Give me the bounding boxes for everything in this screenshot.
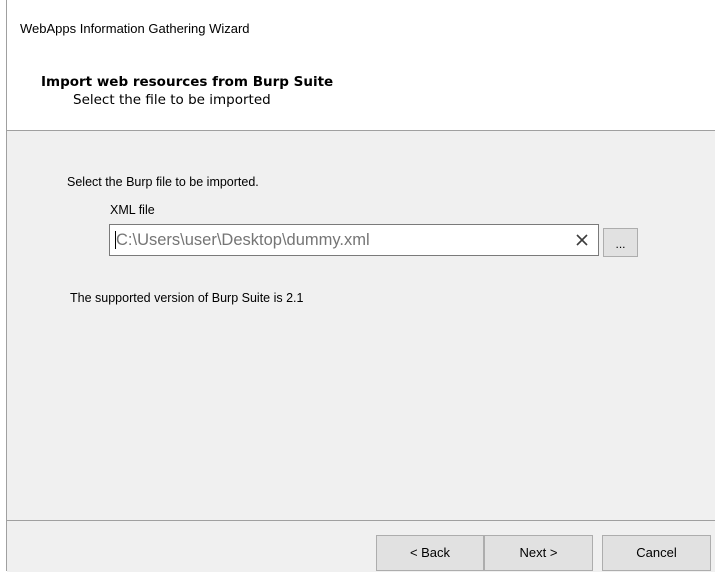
browse-button[interactable]: ... bbox=[603, 228, 638, 257]
wizard-content: Select the Burp file to be imported. XML… bbox=[7, 131, 715, 520]
version-note: The supported version of Burp Suite is 2… bbox=[70, 291, 304, 305]
xml-file-input[interactable] bbox=[116, 228, 566, 252]
page-subtitle: Select the file to be imported bbox=[73, 92, 271, 108]
xml-file-label: XML file bbox=[110, 203, 155, 217]
back-button[interactable]: < Back bbox=[376, 535, 484, 571]
next-button[interactable]: Next > bbox=[484, 535, 593, 571]
close-icon[interactable] bbox=[573, 231, 591, 249]
xml-file-field[interactable] bbox=[109, 224, 599, 256]
window-title: WebApps Information Gathering Wizard bbox=[20, 21, 250, 36]
wizard-header: WebApps Information Gathering Wizard Imp… bbox=[7, 0, 715, 131]
cancel-button[interactable]: Cancel bbox=[602, 535, 711, 571]
instruction-text: Select the Burp file to be imported. bbox=[67, 175, 259, 189]
page-title: Import web resources from Burp Suite bbox=[41, 74, 334, 90]
wizard-window: WebApps Information Gathering Wizard Imp… bbox=[6, 0, 715, 572]
wizard-footer: < Back Next > Cancel bbox=[7, 520, 715, 572]
